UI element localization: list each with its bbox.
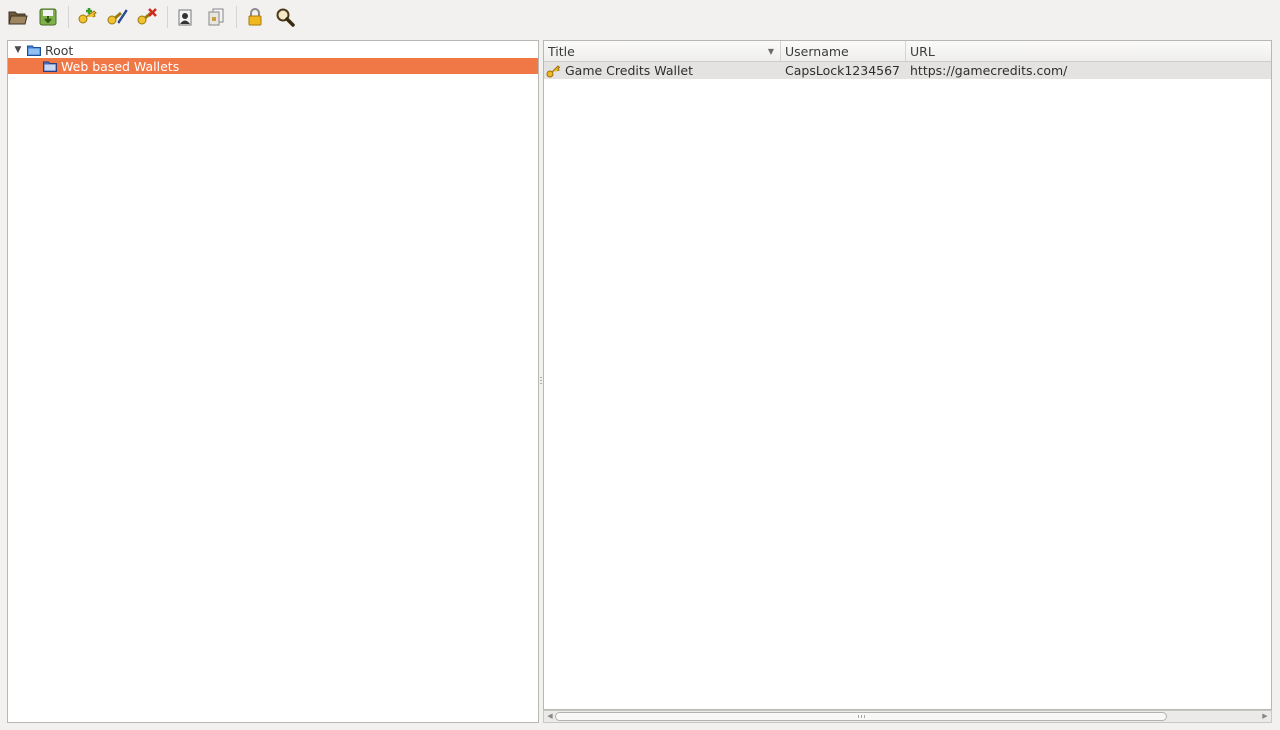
copy-password-button[interactable] — [204, 5, 228, 29]
tree-item-label: Root — [45, 42, 74, 58]
column-header-title[interactable]: Title ▼ — [544, 41, 781, 61]
scrollbar-thumb[interactable] — [555, 712, 1167, 721]
folder-icon — [43, 60, 57, 72]
copy-password-icon — [208, 8, 224, 26]
sort-descending-icon: ▼ — [767, 47, 774, 56]
key-edit-icon — [107, 9, 128, 25]
folder-icon — [27, 44, 41, 56]
edit-entry-button[interactable] — [105, 5, 129, 29]
table-row[interactable]: Game Credits Wallet CapsLock1234567 http… — [544, 62, 1271, 79]
group-tree[interactable]: ▼ Root Web based Wallets — [7, 40, 539, 723]
save-icon — [39, 8, 57, 26]
entry-title: Game Credits Wallet — [565, 63, 694, 78]
tree-item-label: Web based Wallets — [61, 58, 180, 74]
cell-title: Game Credits Wallet — [544, 62, 781, 79]
add-entry-button[interactable] — [75, 5, 99, 29]
toolbar-separator — [167, 6, 168, 28]
toolbar — [0, 0, 1280, 34]
search-icon — [276, 8, 295, 27]
splitter-grip — [540, 377, 542, 385]
open-database-button[interactable] — [6, 5, 30, 29]
folder-open-icon — [8, 11, 28, 25]
cell-url: https://gamecredits.com/ — [910, 63, 1068, 78]
column-header-label: Title — [548, 44, 575, 59]
lock-icon — [248, 8, 262, 26]
tree-item-web-based-wallets[interactable]: Web based Wallets — [8, 58, 538, 74]
delete-entry-button[interactable] — [135, 5, 159, 29]
cell-username: CapsLock1234567 — [785, 63, 901, 78]
column-header-username[interactable]: Username — [781, 41, 906, 61]
column-header-label: URL — [910, 44, 935, 59]
toolbar-separator — [236, 6, 237, 28]
lock-workspace-button[interactable] — [243, 5, 267, 29]
entry-list[interactable]: Title ▼ Username URL Game Credits Wallet — [543, 40, 1272, 710]
key-icon — [546, 64, 560, 78]
scroll-right-icon[interactable]: ▶ — [1260, 711, 1270, 722]
copy-username-button[interactable] — [174, 5, 198, 29]
column-header-label: Username — [785, 44, 849, 59]
key-add-icon — [78, 8, 97, 24]
horizontal-scrollbar[interactable]: ◀ ▶ — [543, 710, 1272, 723]
column-header-url[interactable]: URL — [906, 41, 1271, 61]
search-button[interactable] — [273, 5, 297, 29]
scrollbar-grip — [858, 715, 866, 718]
scroll-left-icon[interactable]: ◀ — [545, 711, 555, 722]
password-manager-window: ▼ Root Web based Wallets Title ▼ Usernam… — [0, 0, 1280, 730]
entry-list-header: Title ▼ Username URL — [544, 41, 1271, 62]
expand-arrow-icon[interactable]: ▼ — [11, 45, 25, 55]
key-delete-icon — [137, 8, 157, 25]
copy-username-icon — [178, 9, 192, 26]
toolbar-separator — [68, 6, 69, 28]
tree-item-root[interactable]: ▼ Root — [8, 42, 538, 58]
save-database-button[interactable] — [36, 5, 60, 29]
